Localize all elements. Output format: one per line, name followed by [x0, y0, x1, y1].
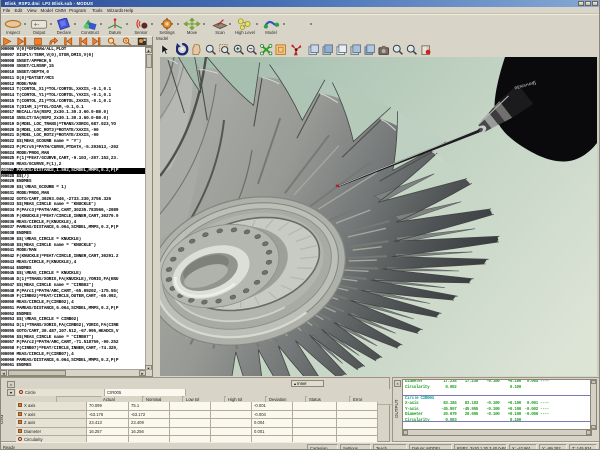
svg-text:+-: +-: [34, 22, 39, 28]
